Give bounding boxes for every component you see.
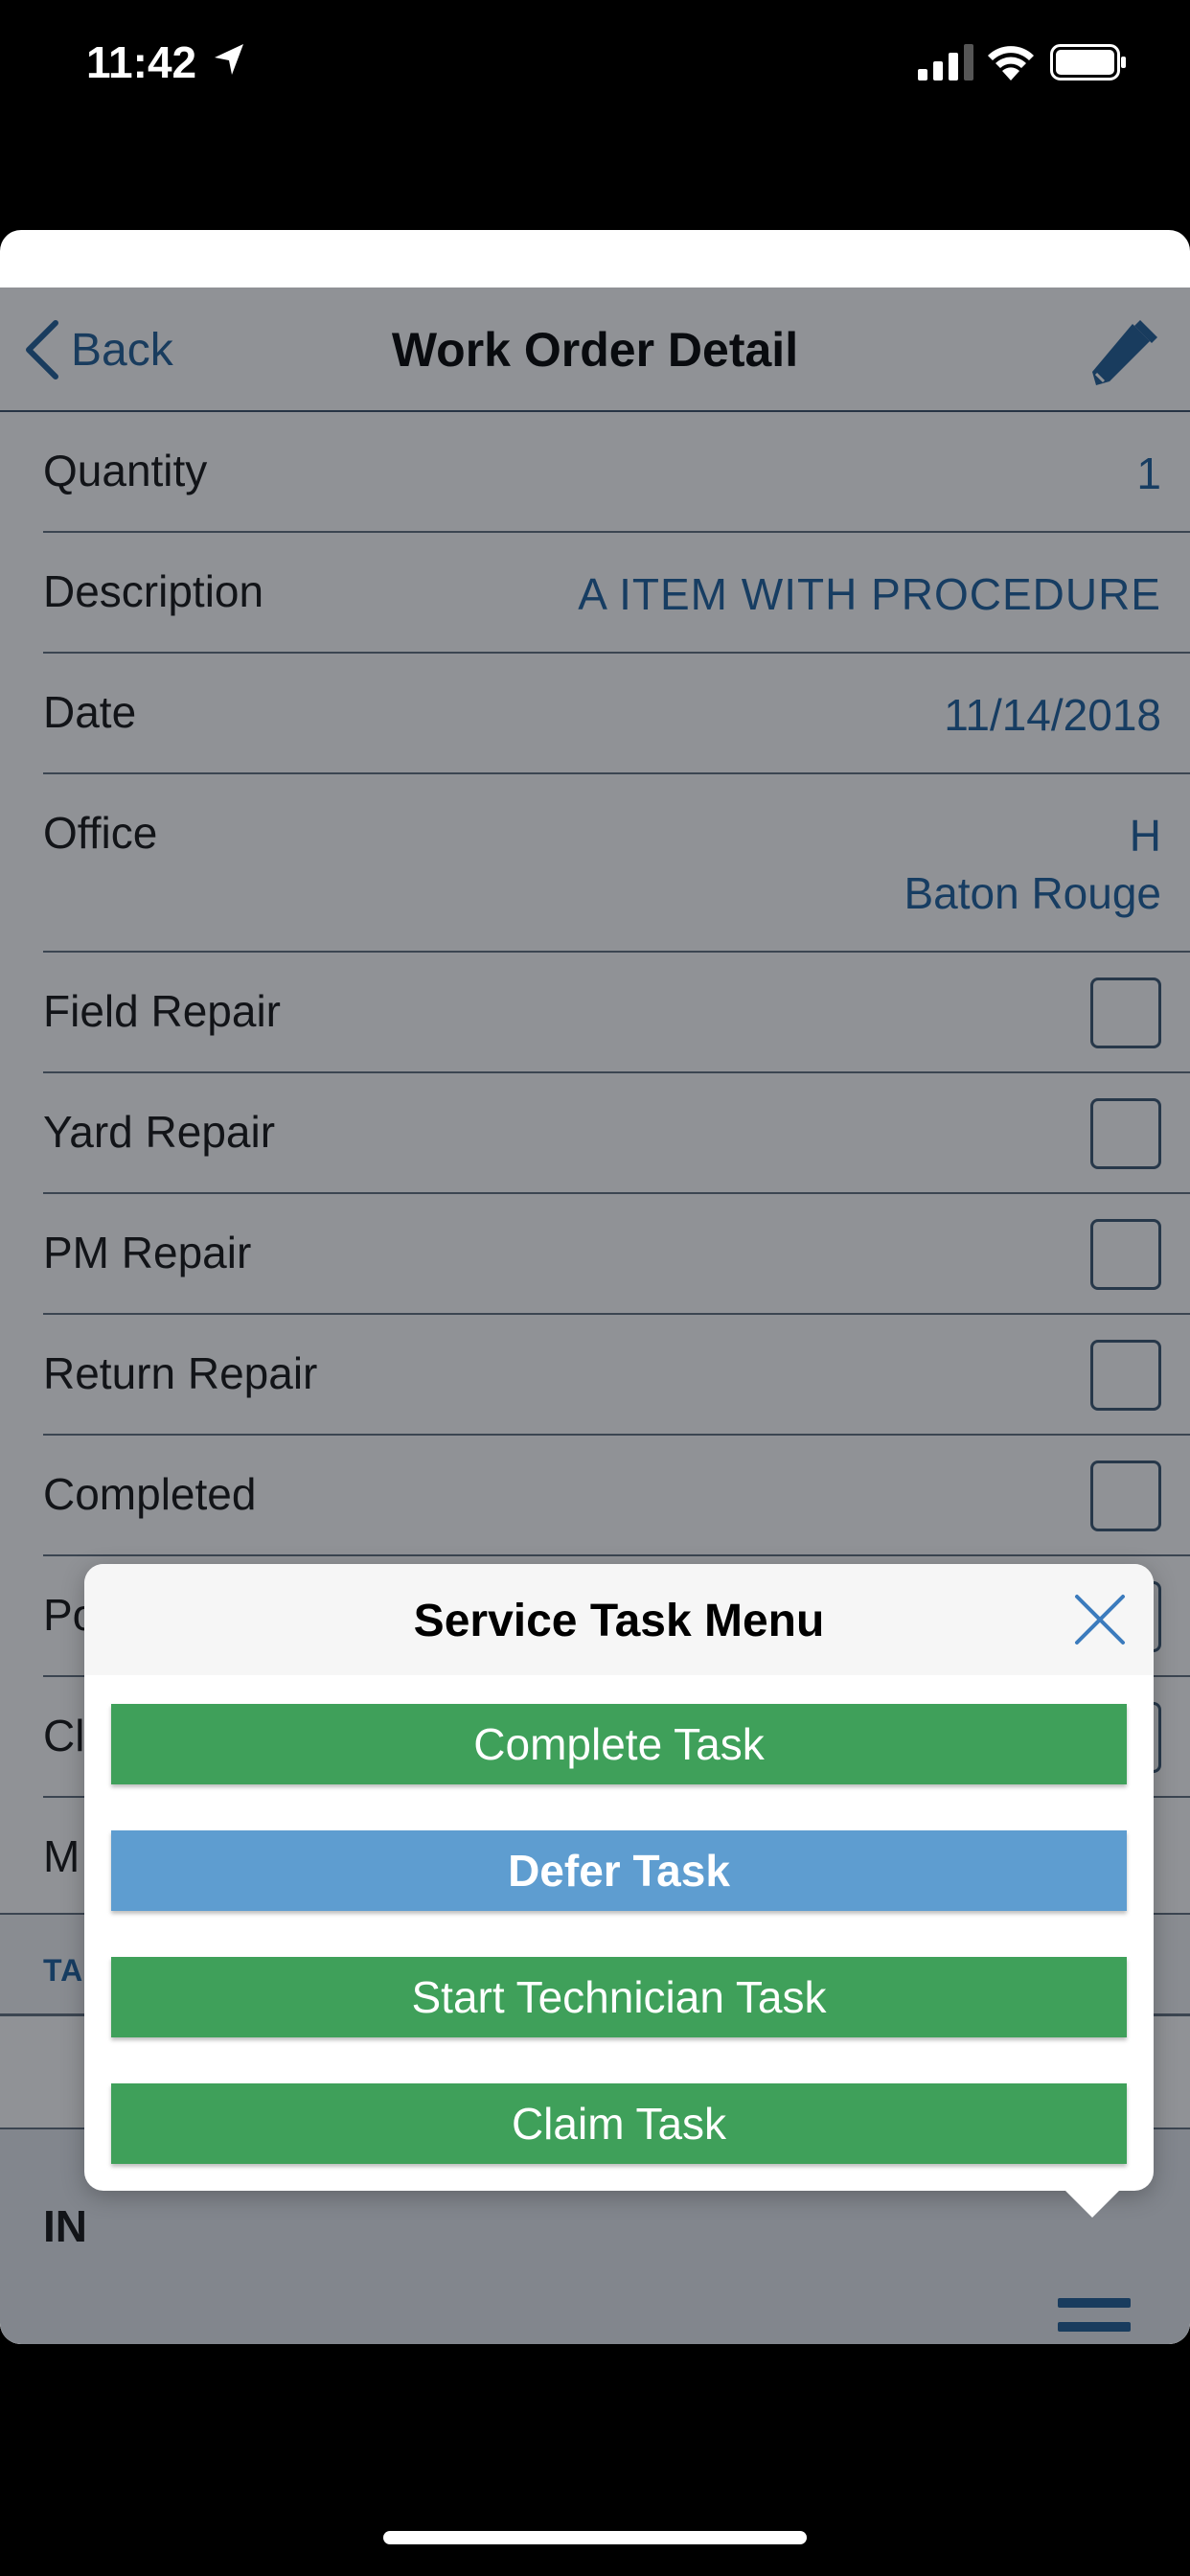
status-bar: 11:42 <box>0 0 1190 134</box>
location-arrow-icon <box>215 44 243 75</box>
battery-icon <box>1050 44 1126 80</box>
complete-task-button[interactable]: Complete Task <box>111 1704 1127 1784</box>
service-task-menu: Service Task Menu Complete Task Defer Ta… <box>84 1564 1154 2191</box>
status-time: 11:42 <box>86 37 197 87</box>
wifi-icon <box>988 46 1034 80</box>
home-indicator[interactable] <box>383 2531 807 2544</box>
popup-header: Service Task Menu <box>84 1564 1154 1675</box>
signal-icon <box>918 44 973 80</box>
popup-title: Service Task Menu <box>413 1596 825 1646</box>
defer-task-button[interactable]: Defer Task <box>111 1830 1127 1911</box>
popup-arrow <box>1064 2189 1121 2218</box>
start-technician-task-button[interactable]: Start Technician Task <box>111 1957 1127 2037</box>
close-icon[interactable] <box>1071 1591 1129 1648</box>
claim-task-button[interactable]: Claim Task <box>111 2083 1127 2164</box>
